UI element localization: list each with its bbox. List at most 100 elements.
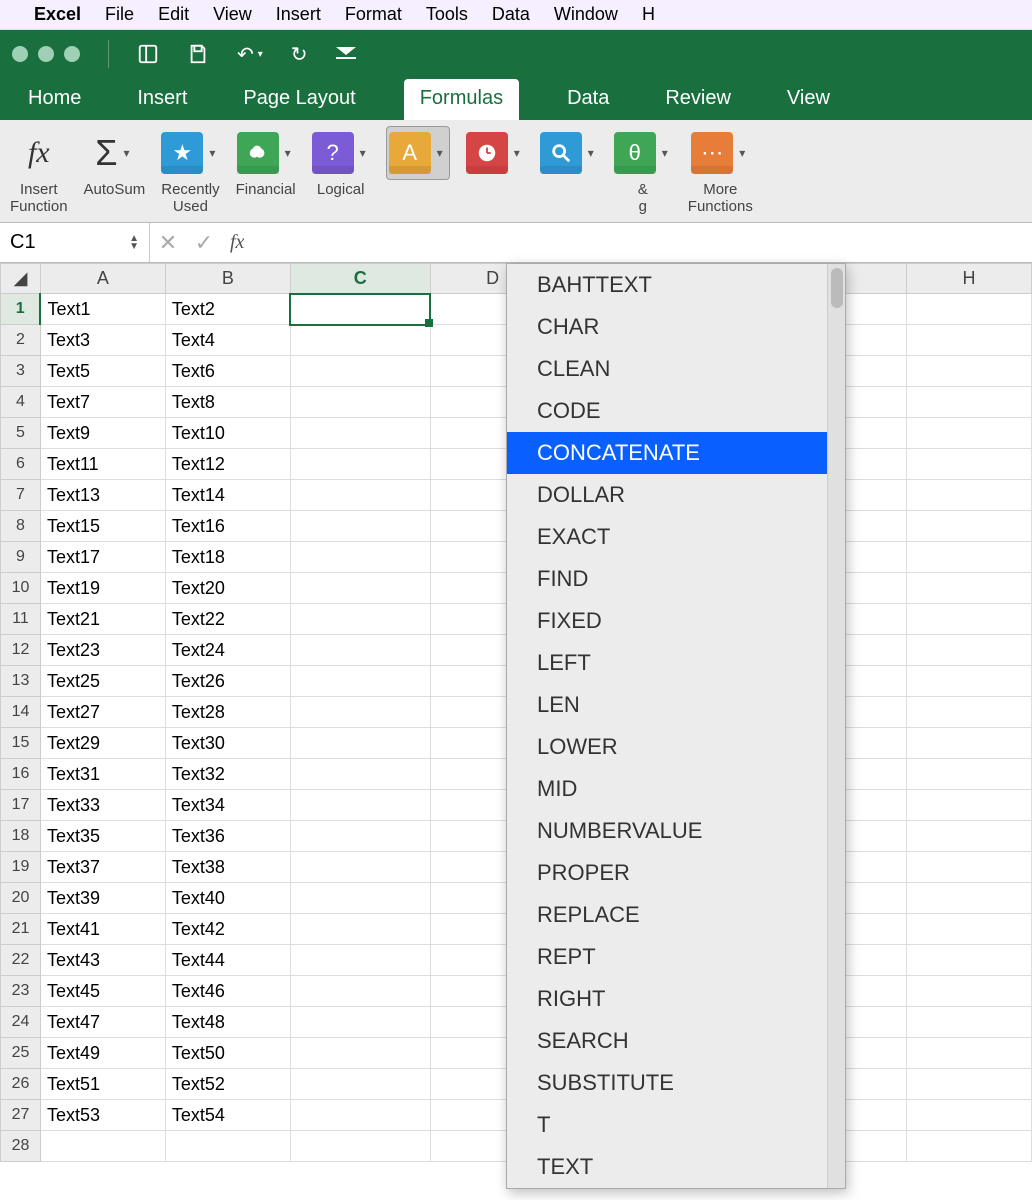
cell[interactable]: Text29 xyxy=(40,728,165,759)
dropdown-scrollbar[interactable] xyxy=(827,264,845,1188)
more-icon[interactable]: ⋯ xyxy=(691,132,733,174)
cell[interactable]: Text2 xyxy=(165,294,290,325)
cell[interactable] xyxy=(907,542,1032,573)
menu-edit[interactable]: Edit xyxy=(158,4,189,25)
func-item-right[interactable]: RIGHT xyxy=(507,978,845,1020)
cell[interactable] xyxy=(290,666,430,697)
lookup-icon[interactable] xyxy=(540,132,582,174)
row-header[interactable]: 7 xyxy=(1,480,41,511)
chevron-down-icon[interactable]: ▾ xyxy=(120,146,134,160)
func-item-search[interactable]: SEARCH xyxy=(507,1020,845,1062)
cell[interactable] xyxy=(907,1007,1032,1038)
cell[interactable]: Text34 xyxy=(165,790,290,821)
autosum-label[interactable]: AutoSum xyxy=(84,182,146,220)
clock-icon[interactable] xyxy=(466,132,508,174)
cell[interactable] xyxy=(907,759,1032,790)
menu-window[interactable]: Window xyxy=(554,4,618,25)
cell[interactable]: Text13 xyxy=(40,480,165,511)
cell[interactable] xyxy=(907,697,1032,728)
cell[interactable]: Text19 xyxy=(40,573,165,604)
cell[interactable] xyxy=(290,790,430,821)
func-item-rept[interactable]: REPT xyxy=(507,936,845,978)
row-header[interactable]: 4 xyxy=(1,387,41,418)
cell[interactable] xyxy=(40,1131,165,1162)
cell[interactable]: Text47 xyxy=(40,1007,165,1038)
cell[interactable]: Text33 xyxy=(40,790,165,821)
cell[interactable]: Text24 xyxy=(165,635,290,666)
chevron-down-icon[interactable]: ▾ xyxy=(735,146,749,160)
col-H[interactable]: H xyxy=(907,264,1032,294)
cell[interactable] xyxy=(165,1131,290,1162)
chevron-down-icon[interactable]: ▾ xyxy=(584,146,598,160)
func-item-numbervalue[interactable]: NUMBERVALUE xyxy=(507,810,845,852)
cell[interactable]: Text35 xyxy=(40,821,165,852)
tab-view[interactable]: View xyxy=(779,79,838,120)
row-header[interactable]: 8 xyxy=(1,511,41,542)
cell[interactable] xyxy=(290,914,430,945)
func-item-len[interactable]: LEN xyxy=(507,684,845,726)
cell[interactable] xyxy=(907,387,1032,418)
tab-home[interactable]: Home xyxy=(20,79,89,120)
text-icon[interactable]: A xyxy=(389,132,431,174)
cell[interactable] xyxy=(290,697,430,728)
cell[interactable] xyxy=(907,511,1032,542)
cell[interactable] xyxy=(907,790,1032,821)
tab-page-layout[interactable]: Page Layout xyxy=(235,79,363,120)
chevron-down-icon[interactable]: ▾ xyxy=(658,146,672,160)
cell[interactable] xyxy=(907,1100,1032,1131)
app-name[interactable]: Excel xyxy=(34,4,81,25)
cell[interactable] xyxy=(907,1069,1032,1100)
cell[interactable]: Text44 xyxy=(165,945,290,976)
col-A[interactable]: A xyxy=(40,264,165,294)
save-icon[interactable] xyxy=(187,43,209,65)
row-header[interactable]: 13 xyxy=(1,666,41,697)
cell[interactable] xyxy=(907,635,1032,666)
sigma-icon[interactable]: Σ xyxy=(95,132,117,174)
cell[interactable] xyxy=(907,945,1032,976)
cell[interactable] xyxy=(290,852,430,883)
menu-data[interactable]: Data xyxy=(492,4,530,25)
cell[interactable]: Text42 xyxy=(165,914,290,945)
cell[interactable]: Text51 xyxy=(40,1069,165,1100)
cell[interactable]: Text36 xyxy=(165,821,290,852)
save-layout-icon[interactable] xyxy=(137,43,159,65)
menu-help-partial[interactable]: H xyxy=(642,4,655,25)
cell[interactable]: Text41 xyxy=(40,914,165,945)
cell[interactable] xyxy=(290,883,430,914)
more-functions-label[interactable]: More Functions xyxy=(688,182,753,220)
func-item-mid[interactable]: MID xyxy=(507,768,845,810)
cell[interactable] xyxy=(907,449,1032,480)
cell[interactable]: Text10 xyxy=(165,418,290,449)
row-header[interactable]: 18 xyxy=(1,821,41,852)
cell[interactable] xyxy=(907,728,1032,759)
cell[interactable] xyxy=(907,1038,1032,1069)
row-header[interactable]: 9 xyxy=(1,542,41,573)
func-item-t[interactable]: T xyxy=(507,1104,845,1146)
cell[interactable] xyxy=(290,1038,430,1069)
financial-label[interactable]: Financial xyxy=(236,182,296,220)
row-header[interactable]: 20 xyxy=(1,883,41,914)
row-header[interactable]: 6 xyxy=(1,449,41,480)
func-item-char[interactable]: CHAR xyxy=(507,306,845,348)
row-header[interactable]: 14 xyxy=(1,697,41,728)
theta-icon[interactable]: θ xyxy=(614,132,656,174)
row-header[interactable]: 22 xyxy=(1,945,41,976)
row-header[interactable]: 25 xyxy=(1,1038,41,1069)
cell[interactable]: Text8 xyxy=(165,387,290,418)
window-traffic-lights[interactable] xyxy=(12,46,80,62)
star-icon[interactable]: ★ xyxy=(161,132,203,174)
cell[interactable] xyxy=(290,449,430,480)
cell[interactable]: Text40 xyxy=(165,883,290,914)
tab-formulas[interactable]: Formulas xyxy=(404,79,519,120)
cell[interactable] xyxy=(290,542,430,573)
row-header[interactable]: 1 xyxy=(1,294,41,325)
cell[interactable]: Text9 xyxy=(40,418,165,449)
undo-icon[interactable]: ↶▾ xyxy=(237,42,263,67)
row-header[interactable]: 5 xyxy=(1,418,41,449)
row-header[interactable]: 27 xyxy=(1,1100,41,1131)
cell[interactable]: Text3 xyxy=(40,325,165,356)
tab-review[interactable]: Review xyxy=(657,79,739,120)
chevron-down-icon[interactable]: ▾ xyxy=(510,146,524,160)
cell[interactable] xyxy=(907,418,1032,449)
cell[interactable]: Text39 xyxy=(40,883,165,914)
